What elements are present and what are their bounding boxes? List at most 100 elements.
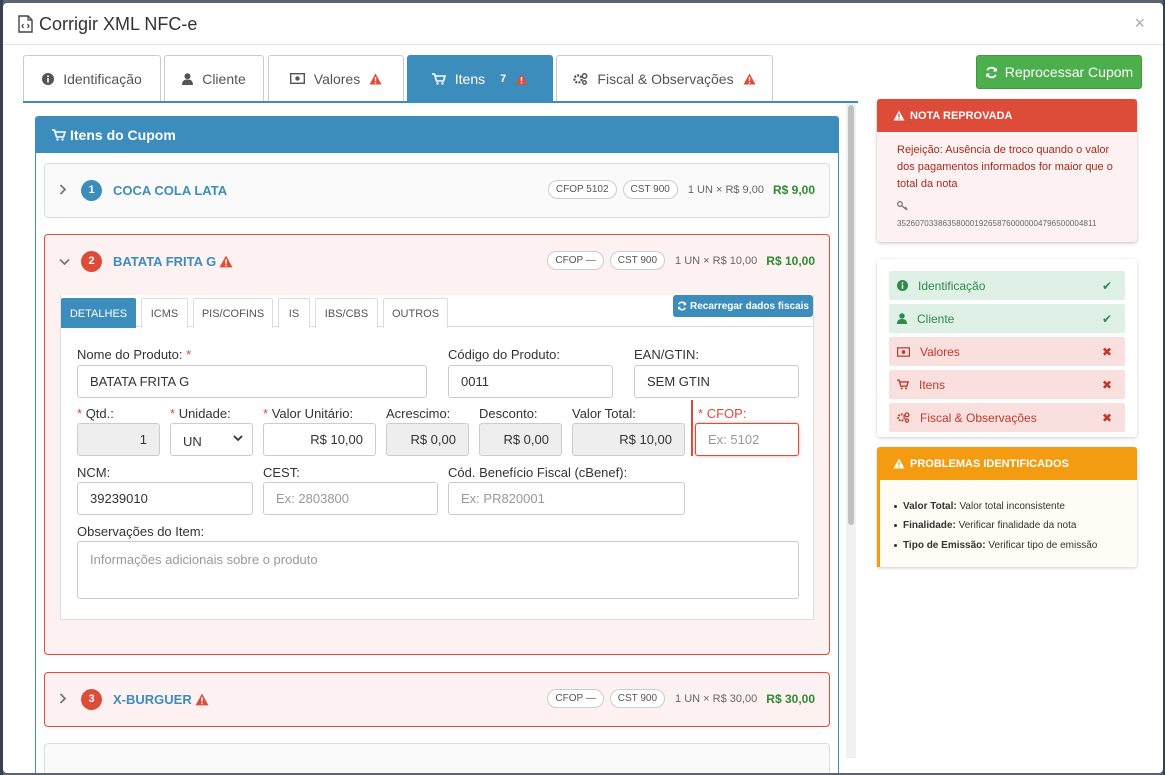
status-item-identificacao[interactable]: Identificação ✔ — [889, 271, 1125, 300]
tab-label: Fiscal & Observações — [597, 70, 734, 87]
tab-outros[interactable]: OUTROS — [383, 298, 448, 328]
tab-is[interactable]: IS — [278, 298, 310, 328]
cst-badge: CST 900 — [622, 180, 678, 199]
tab-label: Itens — [454, 70, 486, 87]
tab-icms[interactable]: ICMS — [141, 298, 188, 328]
problem-field: Valor Total: — [903, 501, 957, 512]
main-tabs: Identificação Cliente Valores Itens 7 Fi… — [23, 55, 858, 103]
item-row[interactable]: 3 X-BURGUER CFOP — CST 900 1 UN × R$ 30,… — [44, 672, 830, 727]
status-label: Itens — [919, 377, 946, 392]
acrescimo-label: Acrescimo: — [386, 406, 451, 421]
problem-item: Tipo de Emissão: Verificar tipo de emiss… — [893, 540, 1097, 551]
tab-badge: 7 — [500, 72, 507, 85]
tab-valores[interactable]: Valores — [268, 55, 404, 101]
nome-label: Nome do Produto: * — [77, 347, 191, 362]
tab-fiscal-observacoes[interactable]: Fiscal & Observações — [556, 55, 773, 101]
cbenef-input[interactable]: Ex: PR820001 — [448, 482, 685, 515]
ncm-label: NCM: — [77, 465, 111, 480]
detail-tabs: DETALHES ICMS PIS/COFINS IS IBS/CBS OUTR… — [61, 295, 813, 328]
cross-icon: ✖ — [1101, 411, 1112, 425]
required-mark: * — [263, 406, 269, 421]
chevron-down-icon[interactable] — [59, 253, 70, 269]
access-key: 3526070338635800019265876000000479650000… — [897, 219, 1097, 228]
status-item-fiscal[interactable]: Fiscal & Observações ✖ — [889, 403, 1125, 432]
problem-text: Valor total inconsistente — [959, 501, 1065, 512]
item-summary: CFOP — CST 900 1 UN × R$ 10,00 R$ 10,00 — [547, 251, 815, 270]
chevron-down-icon — [233, 435, 243, 442]
status-item-itens[interactable]: Itens ✖ — [889, 370, 1125, 399]
warning-icon — [893, 458, 905, 469]
chevron-right-icon[interactable] — [59, 182, 67, 198]
ean-input[interactable]: SEM GTIN — [634, 365, 799, 398]
required-mark: * — [698, 406, 704, 421]
item-name[interactable]: COCA COLA LATA — [113, 183, 227, 198]
warning-icon — [893, 110, 905, 121]
cest-label: CEST: — [263, 465, 300, 480]
nome-input[interactable]: BATATA FRITA G — [77, 365, 427, 398]
item-name[interactable]: X-BURGUER — [113, 692, 209, 707]
valor-unitario-input[interactable]: R$ 10,00 — [263, 423, 376, 456]
key-icon — [897, 201, 908, 211]
items-panel-header: Itens do Cupom — [36, 117, 838, 153]
tab-identificacao[interactable]: Identificação — [23, 55, 161, 101]
desconto-input[interactable]: R$ 0,00 — [479, 423, 562, 456]
cfop-label: * CFOP: — [698, 406, 746, 421]
problemas-stripe — [877, 480, 880, 567]
codigo-input[interactable]: 0011 — [448, 365, 613, 398]
reprocess-label: Reprocessar Cupom — [1004, 64, 1134, 80]
item-name[interactable]: BATATA FRITA G — [113, 254, 233, 269]
reprocess-button[interactable]: Reprocessar Cupom — [976, 55, 1142, 89]
tab-cliente[interactable]: Cliente — [164, 55, 264, 101]
tab-pis-cofins[interactable]: PIS/COFINS — [193, 298, 273, 328]
item-name-text: X-BURGUER — [113, 692, 192, 707]
obs-textarea[interactable]: Informações adicionais sobre o produto — [77, 541, 799, 599]
cfop-badge: CFOP — — [547, 689, 604, 708]
check-icon: ✔ — [1101, 312, 1112, 326]
user-icon — [182, 72, 194, 85]
qtd-label: * Qtd.: — [77, 406, 114, 421]
status-item-valores[interactable]: Valores ✖ — [889, 337, 1125, 366]
cfop-input[interactable]: Ex: 5102 — [695, 423, 799, 456]
cfop-error-bar — [691, 400, 693, 456]
ncm-input[interactable]: 39239010 — [77, 482, 253, 515]
correct-xml-modal: Corrigir XML NFC-e × Identificação Clien… — [3, 3, 1163, 773]
refresh-icon — [677, 301, 687, 311]
nota-reprovada-header: NOTA REPROVADA — [877, 99, 1137, 132]
unidade-value: UN — [183, 434, 202, 449]
item-row[interactable]: 1 COCA COLA LATA CFOP 5102 CST 900 1 UN … — [44, 163, 830, 218]
valor-unitario-label: * Valor Unitário: — [263, 406, 353, 421]
reload-fiscal-button[interactable]: Recarregar dados fiscais — [673, 295, 813, 317]
unidade-label: * Unidade: — [170, 406, 231, 421]
scrollbar[interactable] — [846, 103, 856, 758]
items-panel-title: Itens do Cupom — [70, 127, 176, 143]
close-button[interactable]: × — [1134, 13, 1145, 34]
item-row-expanded[interactable]: 2 BATATA FRITA G CFOP — CST 900 1 UN × R… — [44, 234, 830, 655]
scroll-thumb[interactable] — [848, 105, 854, 525]
required-mark: * — [77, 406, 83, 421]
cest-input[interactable]: Ex: 2803800 — [263, 482, 438, 515]
cfop-badge: CFOP — — [547, 251, 604, 270]
status-label: Cliente — [917, 311, 955, 326]
required-mark: * — [170, 406, 176, 421]
acrescimo-input[interactable]: R$ 0,00 — [386, 423, 469, 456]
nota-reprovada-box: NOTA REPROVADA Rejeição: Ausência de tro… — [877, 99, 1137, 242]
unidade-select[interactable]: UN — [170, 423, 253, 456]
required-mark: * — [186, 347, 192, 362]
info-circle-icon — [897, 280, 908, 291]
tab-ibs-cbs[interactable]: IBS/CBS — [315, 298, 378, 328]
chevron-right-icon[interactable] — [59, 691, 67, 707]
item-row[interactable] — [44, 743, 830, 773]
cst-badge: CST 900 — [609, 251, 666, 270]
tab-itens[interactable]: Itens 7 — [407, 55, 553, 101]
warning-icon — [219, 255, 233, 268]
refresh-icon — [985, 66, 997, 78]
item-total: R$ 10,00 — [766, 253, 815, 268]
item-qty: 1 UN × R$ 10,00 — [675, 254, 758, 267]
tab-detalhes[interactable]: DETALHES — [61, 298, 136, 328]
problem-field: Tipo de Emissão: — [903, 540, 986, 551]
qtd-input[interactable]: 1 — [77, 423, 160, 456]
valor-total-input[interactable]: R$ 10,00 — [572, 423, 685, 456]
item-total: R$ 30,00 — [766, 691, 815, 706]
status-item-cliente[interactable]: Cliente ✔ — [889, 304, 1125, 333]
item-summary: CFOP — CST 900 1 UN × R$ 30,00 R$ 30,00 — [547, 689, 815, 708]
